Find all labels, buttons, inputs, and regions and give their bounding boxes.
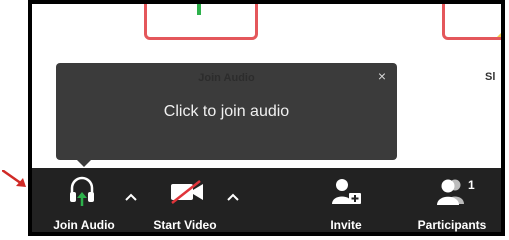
participants-count-badge: 1 (468, 178, 475, 192)
join-audio-label: Join Audio (53, 218, 115, 232)
participants-label: Participants (417, 218, 487, 232)
meeting-toolbar: Join Audio Start Video Invite 1 Particip… (32, 168, 501, 232)
annotation-arrow-icon (2, 170, 26, 187)
tooltip-title: Join Audio (198, 72, 255, 84)
zoom-window-frame: Sl Join Audio × Click to join audio Join… (28, 0, 505, 236)
headphones-icon (70, 176, 94, 206)
tooltip-pointer (77, 160, 91, 167)
invite-label: Invite (330, 218, 362, 232)
participants-icon (437, 179, 464, 205)
tooltip-message: Click to join audio (163, 103, 290, 120)
share-card-fold (497, 15, 501, 37)
audio-options-chevron-up-icon[interactable] (124, 190, 138, 204)
invite-button[interactable]: Invite (316, 168, 376, 232)
meeting-canvas: Sl Join Audio × Click to join audio (32, 4, 501, 168)
video-options-chevron-up-icon[interactable] (226, 190, 240, 204)
green-arrow-stem (197, 4, 201, 15)
invite-icon (332, 179, 361, 204)
share-option-card[interactable] (442, 4, 501, 40)
share-card-label: Sl (485, 71, 496, 83)
participants-button[interactable]: 1 Participants (410, 168, 494, 232)
video-off-icon (171, 180, 203, 204)
join-audio-button[interactable]: Join Audio (46, 168, 122, 232)
join-audio-tooltip: Join Audio × Click to join audio (56, 63, 397, 160)
close-icon[interactable]: × (378, 69, 386, 83)
start-video-label: Start Video (153, 218, 217, 232)
start-video-button[interactable]: Start Video (146, 168, 224, 232)
join-audio-option-card[interactable] (144, 4, 258, 40)
